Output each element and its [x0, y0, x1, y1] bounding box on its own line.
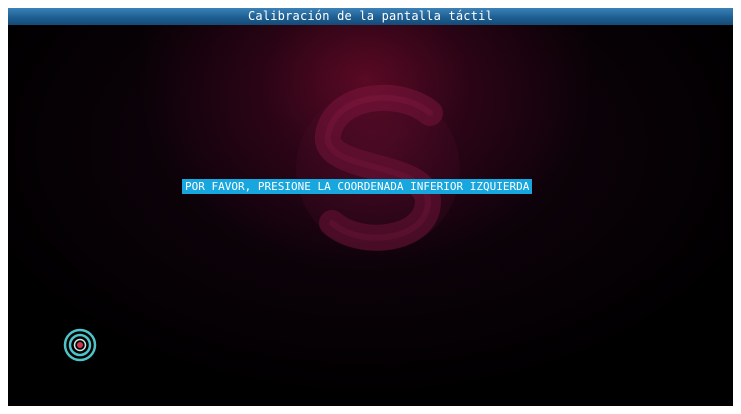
- calibration-window: Calibración de la pantalla táctil POR FA…: [8, 8, 733, 406]
- calibration-instruction: POR FAVOR, PRESIONE LA COORDENADA INFERI…: [182, 179, 533, 194]
- crosshair-target-icon[interactable]: [63, 328, 97, 362]
- window-title: Calibración de la pantalla táctil: [247, 9, 493, 23]
- window-title-bar: Calibración de la pantalla táctil: [8, 8, 733, 25]
- calibration-screen[interactable]: POR FAVOR, PRESIONE LA COORDENADA INFERI…: [8, 25, 733, 406]
- s-logo-icon: [296, 84, 460, 251]
